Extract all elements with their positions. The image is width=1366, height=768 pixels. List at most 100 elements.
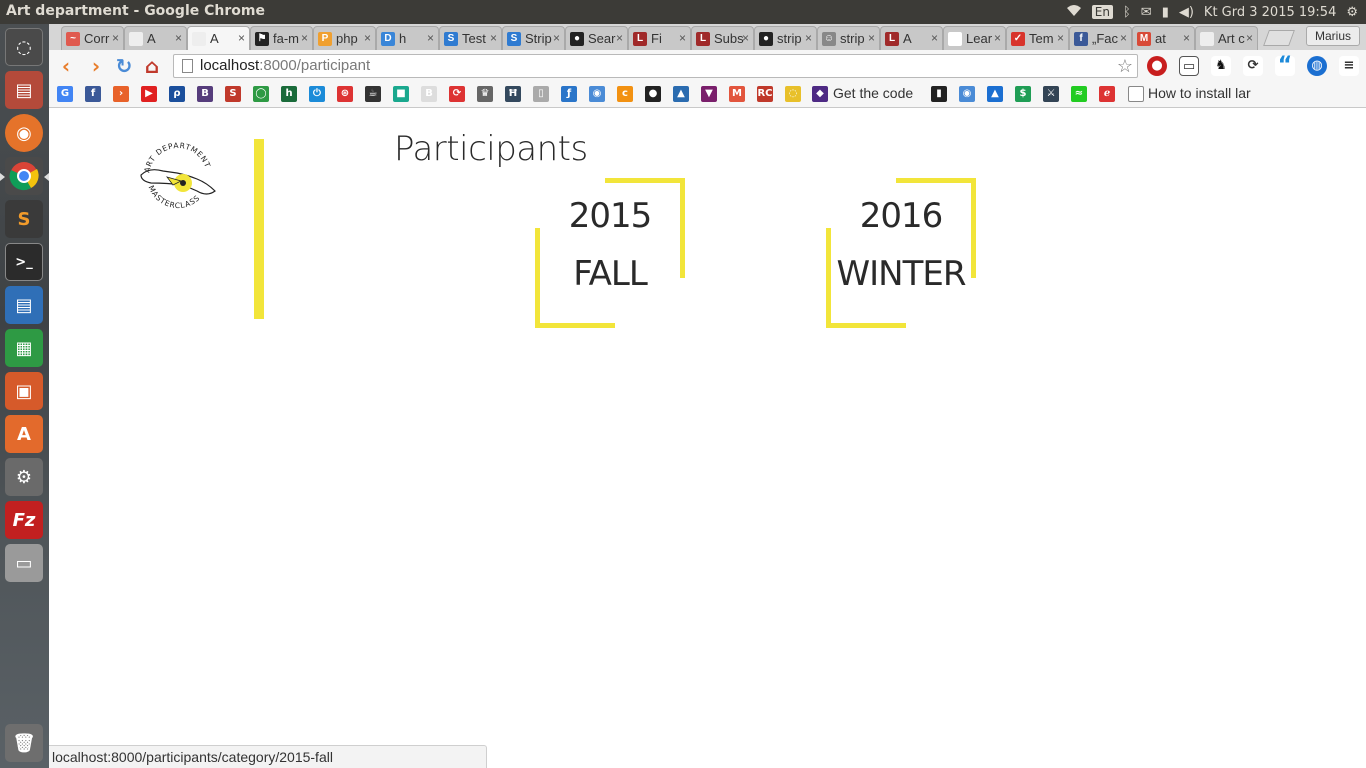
browser-tab[interactable]: ⚑ fa-m × <box>250 26 313 50</box>
browser-tab[interactable]: Dh × <box>376 26 439 50</box>
browser-tab[interactable]: Lear × <box>943 26 1006 50</box>
tab-close-icon[interactable]: × <box>616 31 623 45</box>
profile-button[interactable]: Marius <box>1305 26 1360 46</box>
wifi-icon[interactable] <box>1066 3 1082 21</box>
browser-tab[interactable]: ☺ strip × <box>817 26 880 50</box>
forward-button[interactable]: › <box>85 55 107 77</box>
bookmark-m-link-icon[interactable]: M <box>729 86 745 102</box>
system-settings-icon[interactable]: ⚙ <box>5 458 43 496</box>
filezilla-icon[interactable]: Fz <box>5 501 43 539</box>
bookmark-dark-icon[interactable]: ▮ <box>931 86 947 102</box>
bookmark-get-the-code[interactable]: Get the code <box>833 85 913 101</box>
tab-close-icon[interactable]: × <box>994 31 1001 45</box>
bookmark-how-to-install[interactable]: How to install lar <box>1148 85 1251 101</box>
libreoffice-impress-icon[interactable]: ▣ <box>5 372 43 410</box>
bookmark-square-icon[interactable]: ■ <box>393 86 409 102</box>
clock[interactable]: Kt Grd 3 2015 19:54 <box>1204 5 1336 20</box>
sublime-text-icon[interactable]: S <box>5 200 43 238</box>
home-button[interactable]: ⌂ <box>141 55 163 77</box>
bookmark-crown-icon[interactable]: ♛ <box>477 86 493 102</box>
tab-close-icon[interactable]: × <box>868 31 875 45</box>
bookmark-github-icon[interactable]: ● <box>645 86 661 102</box>
tab-close-icon[interactable]: × <box>742 31 749 45</box>
bookmark-refresh-icon[interactable]: ⟳ <box>449 86 465 102</box>
reload-button[interactable]: ↻ <box>113 55 135 77</box>
tab-close-icon[interactable]: × <box>931 31 938 45</box>
browser-tab[interactable]: Pphp × <box>313 26 376 50</box>
bookmark-c-link-icon[interactable]: c <box>617 86 633 102</box>
bookmark-rc-link-icon[interactable]: RC <box>757 86 773 102</box>
extension-device-icon[interactable]: ▭ <box>1179 56 1199 76</box>
tab-close-icon[interactable]: × <box>805 31 812 45</box>
tab-close-icon[interactable]: × <box>553 31 560 45</box>
bookmark-coffee-icon[interactable]: ☕ <box>365 86 381 102</box>
bookmark-youtube-icon[interactable]: ▶ <box>141 86 157 102</box>
bookmark-dollar-icon[interactable]: $ <box>1015 86 1031 102</box>
browser-tab[interactable]: S Test × <box>439 26 502 50</box>
tab-close-icon[interactable]: × <box>1120 31 1127 45</box>
firefox-icon[interactable]: ◉ <box>5 114 43 152</box>
bookmark-bootstrap-icon[interactable]: B <box>197 86 213 102</box>
tab-close-icon[interactable]: × <box>238 31 245 45</box>
browser-tab[interactable]: ~ Corr × <box>61 26 124 50</box>
drive-icon[interactable]: ▭ <box>5 544 43 582</box>
bookmark-e-link-icon[interactable]: ℯ <box>1099 86 1115 102</box>
bookmark-paypal-icon[interactable]: ρ <box>169 86 185 102</box>
bookmark-drop-icon[interactable]: ▲ <box>673 86 689 102</box>
extension-stop-icon[interactable]: ● <box>1147 56 1167 76</box>
bookmark-drop2-icon[interactable]: ▲ <box>987 86 1003 102</box>
bookmark-vim-icon[interactable]: ▼ <box>701 86 717 102</box>
bookmark-heroku-icon[interactable]: Ħ <box>505 86 521 102</box>
tab-close-icon[interactable]: × <box>1057 31 1064 45</box>
extension-quote-icon[interactable]: “ <box>1275 55 1295 77</box>
volume-icon[interactable]: ◀) <box>1179 5 1194 20</box>
bookmark-blank-b-icon[interactable]: B <box>421 86 437 102</box>
bookmark-hackpad-icon[interactable]: h <box>281 86 297 102</box>
browser-tab[interactable]: A × <box>187 26 250 50</box>
category-card-2015-fall[interactable]: 2015 FALL <box>535 178 685 328</box>
files-icon[interactable]: ▤ <box>5 71 43 109</box>
extension-globe-icon[interactable]: ◍ <box>1307 56 1327 76</box>
terminal-icon[interactable]: >_ <box>5 243 43 281</box>
browser-tab[interactable]: f „Fac × <box>1069 26 1132 50</box>
browser-tab[interactable]: ● strip × <box>754 26 817 50</box>
bookmark-shield-icon[interactable]: ⚔ <box>1043 86 1059 102</box>
browser-tab[interactable]: Mat × <box>1132 26 1195 50</box>
category-card-2016-winter[interactable]: 2016 WINTER <box>826 178 976 328</box>
tab-close-icon[interactable]: × <box>1246 31 1253 45</box>
keyboard-language-indicator[interactable]: En <box>1091 5 1113 19</box>
browser-tab[interactable]: A × <box>124 26 187 50</box>
tab-close-icon[interactable]: × <box>490 31 497 45</box>
bookmark-f-link-icon[interactable]: ƒ <box>561 86 577 102</box>
chrome-menu-icon[interactable]: ≡ <box>1339 56 1359 76</box>
extension-figure-icon[interactable]: ♞ <box>1211 56 1231 76</box>
trash-icon[interactable]: 🗑 <box>5 724 43 762</box>
bookmark-chat-icon[interactable]: ◯ <box>253 86 269 102</box>
browser-tab[interactable]: S Strip × <box>502 26 565 50</box>
software-center-icon[interactable]: A <box>5 415 43 453</box>
bookmark-power-icon[interactable]: ⏻ <box>309 86 325 102</box>
address-bar[interactable]: localhost:8000/participant ☆ <box>173 54 1138 78</box>
tab-close-icon[interactable]: × <box>112 31 119 45</box>
bookmark-circle-icon[interactable]: ◉ <box>589 86 605 102</box>
tab-close-icon[interactable]: × <box>427 31 434 45</box>
dash-home-icon[interactable]: ◌ <box>5 28 43 66</box>
tab-close-icon[interactable]: × <box>175 31 182 45</box>
bookmark-star-icon[interactable]: ☆ <box>1117 55 1133 77</box>
tab-close-icon[interactable]: × <box>679 31 686 45</box>
back-button[interactable]: ‹ <box>55 55 77 77</box>
browser-tab[interactable]: ✓ Tem × <box>1006 26 1069 50</box>
tab-close-icon[interactable]: × <box>301 31 308 45</box>
browser-tab[interactable]: L A × <box>880 26 943 50</box>
browser-tab[interactable]: L Subs × <box>691 26 754 50</box>
tab-close-icon[interactable]: × <box>364 31 371 45</box>
chrome-icon[interactable] <box>5 157 43 195</box>
browser-tab[interactable]: L Fi × <box>628 26 691 50</box>
browser-tab[interactable]: Art c × <box>1195 26 1258 50</box>
bookmark-arrow-icon[interactable]: › <box>113 86 129 102</box>
bookmark-stack-icon[interactable]: S <box>225 86 241 102</box>
mail-icon[interactable]: ✉ <box>1141 5 1152 20</box>
bookmark-wifi-icon[interactable]: ≈ <box>1071 86 1087 102</box>
bookmark-facebook-icon[interactable]: f <box>85 86 101 102</box>
settings-gear-icon[interactable]: ⚙ <box>1346 5 1358 20</box>
